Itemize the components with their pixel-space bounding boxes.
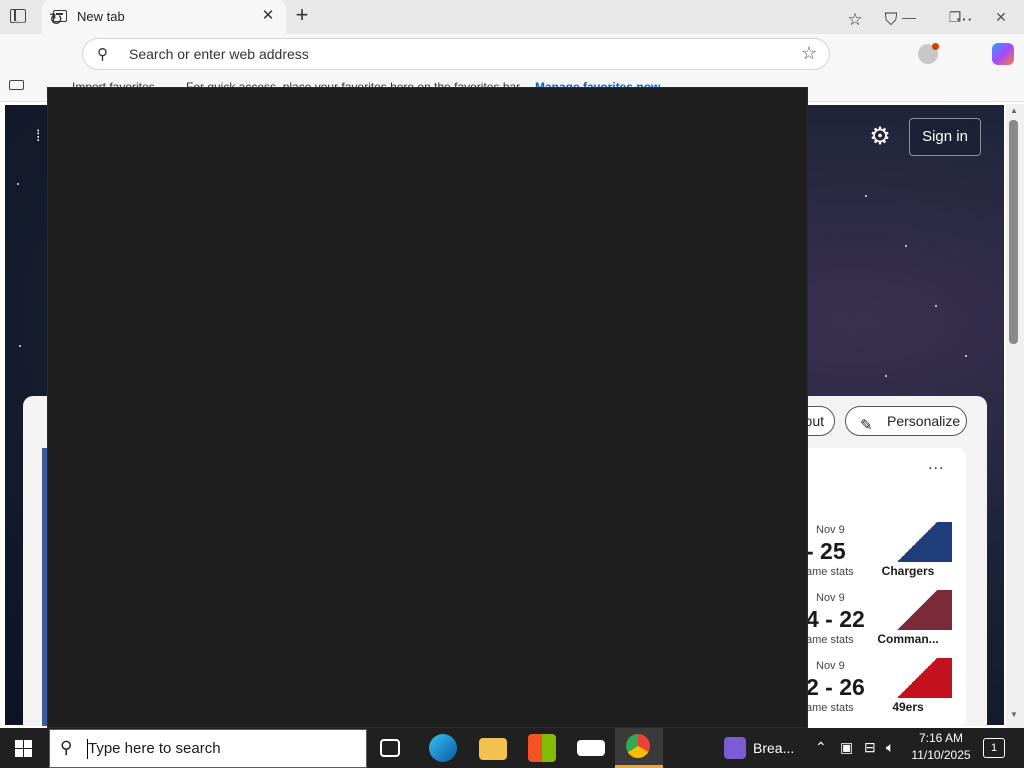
notification-center-icon[interactable]: 1	[983, 738, 1005, 758]
favorite-star-icon[interactable]: ☆	[801, 43, 817, 64]
game-stats-link[interactable]: ame stats	[806, 634, 854, 646]
team-name: Comman...	[877, 632, 939, 646]
network-icon[interactable]: ⊟	[864, 739, 876, 756]
chrome-taskbar-button[interactable]	[615, 728, 663, 768]
personalize-label: Personalize	[887, 413, 961, 429]
sports-scores-card: ... Nov 9 - 25 ame stats Chargers Nov 9 4 - 2…	[800, 448, 966, 726]
game-date: Nov 9	[816, 592, 845, 604]
shield-icon[interactable]: ⛉	[879, 8, 903, 32]
favorites-icon[interactable]: ☆	[843, 8, 867, 32]
sign-in-button[interactable]: Sign in	[909, 118, 981, 156]
refresh-icon[interactable]: ↻	[44, 8, 68, 32]
volume-icon[interactable]: 🔈︎	[886, 739, 894, 756]
meet-now-icon[interactable]: ▣	[840, 739, 853, 756]
back-arrow-icon[interactable]: ←	[8, 8, 32, 32]
settings-gear-icon[interactable]: ⚙	[866, 123, 894, 151]
teams-window-label[interactable]: Brea...	[753, 740, 794, 756]
blank-dark-window[interactable]	[47, 87, 808, 728]
game-score: 2 - 26	[806, 674, 865, 700]
more-options-icon[interactable]: ⋯	[952, 8, 976, 32]
scroll-down-icon[interactable]: ▼	[1008, 710, 1020, 719]
game-stats-link[interactable]: ame stats	[806, 566, 854, 578]
game-stats-link[interactable]: ame stats	[806, 702, 854, 714]
tab-new-tab[interactable]: New tab ✕	[42, 0, 286, 34]
game-score: 4 - 22	[806, 606, 865, 632]
microsoft-store-icon[interactable]	[528, 734, 556, 762]
chrome-icon	[626, 734, 650, 758]
favorites-bar-icon	[9, 80, 24, 90]
game-date: Nov 9	[816, 660, 845, 672]
team-name: 49ers	[892, 700, 924, 714]
windows-start-icon[interactable]	[0, 728, 48, 768]
tab-close-icon[interactable]: ✕	[260, 6, 276, 24]
clock-date[interactable]: 11/10/2025	[908, 748, 974, 762]
address-placeholder: Search or enter web address	[129, 46, 309, 62]
close-window-button[interactable]: ✕	[988, 6, 1014, 28]
personalize-button[interactable]: ✎ Personalize	[845, 406, 967, 436]
taskbar-search-input[interactable]: ⚲ Type here to search	[49, 729, 367, 768]
team-logo	[882, 522, 952, 562]
search-icon: ⚲	[97, 46, 108, 63]
tab-title: New tab	[77, 9, 125, 24]
game-score: - 25	[806, 538, 846, 564]
clock-time[interactable]: 7:16 AM	[908, 731, 974, 745]
file-explorer-icon[interactable]	[479, 738, 507, 760]
team-logo	[882, 590, 952, 630]
team-logo	[882, 658, 952, 698]
taskbar-search-placeholder: Type here to search	[88, 740, 221, 757]
mail-icon[interactable]	[577, 740, 605, 756]
personalize-icon: ✎	[860, 417, 873, 434]
edge-icon[interactable]	[429, 734, 457, 762]
teams-icon[interactable]	[724, 737, 746, 759]
show-hidden-icons-icon[interactable]: ⌃	[815, 739, 827, 756]
new-tab-button[interactable]: +	[290, 3, 314, 27]
team-name: Chargers	[881, 564, 935, 578]
game-date: Nov 9	[816, 524, 845, 536]
copilot-icon[interactable]	[992, 43, 1014, 65]
scrollbar-thumb[interactable]	[1009, 120, 1018, 344]
scroll-up-icon[interactable]: ▲	[1008, 106, 1020, 115]
address-bar[interactable]: ⚲ Search or enter web address ☆	[82, 38, 830, 70]
task-view-icon[interactable]	[380, 739, 400, 757]
more-options-icon[interactable]: ...	[928, 456, 944, 474]
search-icon: ⚲	[60, 738, 73, 757]
profile-avatar[interactable]	[918, 43, 939, 64]
